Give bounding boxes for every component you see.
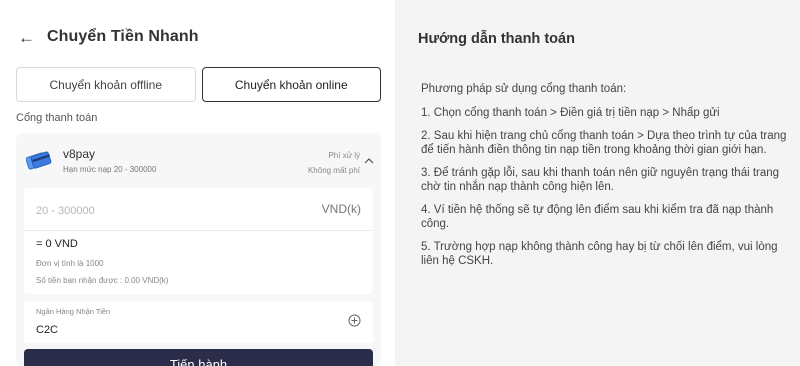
page-header: ← Chuyển Tiền Nhanh	[18, 28, 199, 46]
fee-value: Không mất phí	[307, 166, 360, 175]
guide-step-2: 2. Sau khi hiện trang chủ cổng thanh toá…	[421, 130, 787, 156]
tab-online-transfer[interactable]: Chuyển khoản online	[201, 67, 381, 102]
amount-unit: VND(k)	[321, 202, 361, 216]
converted-amount: = 0 VND	[36, 238, 78, 250]
receiving-bank-value: C2C	[36, 324, 59, 336]
guide-title: Hướng dẫn thanh toán	[418, 31, 575, 47]
gateway-name: v8pay	[63, 147, 96, 161]
guide-body: Phương pháp sử dụng cổng thanh toán: 1. …	[421, 83, 789, 278]
page-title: Chuyển Tiền Nhanh	[47, 28, 199, 45]
receive-amount-note: Số tiền bạn nhận được : 0.00 VND(k)	[36, 276, 169, 285]
guide-step-5: 5. Trường hợp nạp không thành công hay b…	[421, 241, 778, 267]
chevron-up-icon[interactable]	[364, 156, 374, 166]
amount-panel: VND(k) = 0 VND Đơn vị tính là 1000 Số ti…	[24, 188, 373, 294]
transfer-method-tabs: Chuyển khoản offline Chuyển khoản online	[16, 67, 381, 102]
submit-button[interactable]: Tiến hành	[24, 349, 373, 366]
fee-label: Phí xử lý	[328, 151, 360, 160]
guide-step-1: 1. Chọn cổng thanh toán > Điền giá trị t…	[421, 106, 720, 119]
gateway-limit: Hạn mức nạp 20 - 300000	[63, 165, 157, 174]
add-circle-icon[interactable]	[348, 314, 361, 327]
guide-step-3: 3. Để tránh gặp lỗi, sau khi thanh toán …	[421, 167, 780, 193]
credit-card-icon	[26, 151, 52, 170]
guide-intro: Phương pháp sử dụng cổng thanh toán:	[421, 83, 627, 95]
tab-offline-transfer[interactable]: Chuyển khoản offline	[16, 67, 196, 102]
receiving-bank-select[interactable]: Ngân Hàng Nhận Tiền C2C	[24, 301, 373, 343]
guide-step-4: 4. Ví tiền hệ thống sẽ tự động lên điểm …	[421, 204, 774, 230]
arrow-left-icon[interactable]: ←	[18, 29, 35, 46]
unit-note: Đơn vị tính là 1000	[36, 259, 104, 268]
payment-guide-panel: Hướng dẫn thanh toán Phương pháp sử dụng…	[395, 0, 800, 366]
divider	[24, 230, 373, 231]
receiving-bank-label: Ngân Hàng Nhận Tiền	[36, 307, 111, 316]
section-label-payment-gateway: Cổng thanh toán	[16, 112, 98, 124]
amount-input[interactable]	[36, 202, 236, 220]
payment-form-panel: ← Chuyển Tiền Nhanh Chuyển khoản offline…	[0, 0, 395, 366]
payment-gateway-card: v8pay Hạn mức nạp 20 - 300000 Phí xử lý …	[16, 133, 381, 366]
gateway-header[interactable]: v8pay Hạn mức nạp 20 - 300000 Phí xử lý …	[24, 145, 374, 185]
